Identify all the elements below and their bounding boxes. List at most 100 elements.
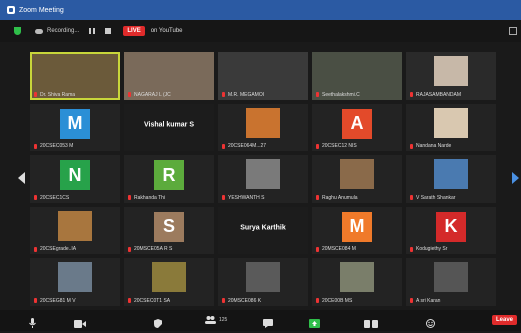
participant-video xyxy=(312,52,402,91)
muted-microphone-icon xyxy=(316,246,319,252)
participant-name: 20MSCE05A R S xyxy=(134,246,173,253)
participant-name: Rakhanda Thi xyxy=(134,194,166,201)
participant-name-bar: A sri Karan xyxy=(410,297,494,305)
participant-name: 20CE00B MS xyxy=(322,297,353,304)
participant-initial-avatar: M xyxy=(60,108,90,139)
participant-name-bar: 20CSEC0T1 SA xyxy=(128,297,212,305)
participant-tile[interactable]: 20CSEC0T1 SA xyxy=(124,258,214,306)
participant-profile-photo xyxy=(246,262,280,293)
participant-profile-photo xyxy=(152,262,186,293)
muted-microphone-icon xyxy=(128,92,131,98)
muted-microphone-icon xyxy=(34,246,37,252)
participant-name-bar: Kodugiethy Sr xyxy=(410,245,494,253)
reactions-button[interactable] xyxy=(426,315,435,328)
muted-microphone-icon xyxy=(410,195,413,201)
participant-tile[interactable]: Raghu Anumula xyxy=(312,155,402,203)
next-page-arrow-icon[interactable] xyxy=(512,172,519,184)
live-badge[interactable]: LIVE xyxy=(123,26,145,36)
participant-name-bar: Dr. Shiva Rama xyxy=(34,91,118,99)
participant-name: 20CSEC0T1 SA xyxy=(134,297,171,304)
participant-name-bar: RAJASAMBANDAM xyxy=(410,91,494,99)
participant-profile-photo xyxy=(340,262,374,293)
muted-microphone-icon xyxy=(222,92,225,98)
camera-icon xyxy=(74,320,86,328)
record-button[interactable] xyxy=(364,315,378,328)
recording-indicator[interactable]: Recording... xyxy=(35,28,79,34)
participant-tile[interactable]: Seethalakshmi.C xyxy=(312,52,402,100)
participant-tile[interactable]: Vishal kumar S xyxy=(124,103,214,152)
participant-tile[interactable]: NAGARAJ L (JC xyxy=(124,52,214,100)
participant-profile-photo xyxy=(58,262,92,293)
participant-tile[interactable]: 20CSEgrade..IA xyxy=(30,206,120,255)
stream-destination[interactable]: on YouTube xyxy=(151,28,183,34)
muted-microphone-icon xyxy=(410,298,413,304)
participant-name: Seethalakshmi.C xyxy=(322,91,360,98)
participant-initial-avatar: M xyxy=(342,211,372,242)
encryption-shield-icon[interactable] xyxy=(14,27,21,35)
participants-button[interactable]: 125 xyxy=(205,315,227,324)
participant-initial-avatar: R xyxy=(154,160,184,191)
muted-microphone-icon xyxy=(222,195,225,201)
muted-microphone-icon xyxy=(410,143,413,149)
participant-tile[interactable]: N 20CSEC1CS xyxy=(30,155,120,203)
participant-name-bar: NAGARAJ L (JC xyxy=(128,91,212,99)
video-button[interactable] xyxy=(74,315,86,328)
participant-tile[interactable]: M.R. MEGAMOI xyxy=(218,52,308,100)
muted-microphone-icon xyxy=(316,143,319,149)
participant-name-bar: V Sarath Shankar xyxy=(410,194,494,202)
participant-name-bar: 20CSEG81 M V xyxy=(34,297,118,305)
participant-tile[interactable]: Nandana Narde xyxy=(406,103,496,152)
muted-microphone-icon xyxy=(34,298,37,304)
previous-page-arrow-icon[interactable] xyxy=(18,172,25,184)
participant-initial-avatar: A xyxy=(342,108,372,139)
participant-tile[interactable]: 20MSCE086 K xyxy=(218,258,308,306)
participant-name-bar: Seethalakshmi.C xyxy=(316,91,400,99)
chat-button[interactable] xyxy=(263,315,273,328)
muted-microphone-icon xyxy=(316,298,319,304)
participant-name: YESHWANTH S xyxy=(228,194,265,201)
mute-button[interactable] xyxy=(28,315,37,328)
participant-tile[interactable]: YESHWANTH S xyxy=(218,155,308,203)
participant-name-bar: 20MSCE084 M xyxy=(316,245,400,253)
participant-tile[interactable]: Dr. Shiva Rama xyxy=(30,52,120,100)
participant-tile[interactable]: 20CSEG81 M V xyxy=(30,258,120,306)
share-screen-icon xyxy=(309,319,320,328)
participant-tile[interactable]: M 20MSCE084 M xyxy=(312,206,402,255)
chat-icon xyxy=(263,319,273,328)
leave-meeting-button[interactable]: Leave xyxy=(491,315,517,325)
participant-tile[interactable]: 20CSE064M...27 xyxy=(218,103,308,152)
record-icon xyxy=(364,320,378,328)
security-button[interactable] xyxy=(154,315,162,328)
participant-tile[interactable]: RAJASAMBANDAM xyxy=(406,52,496,100)
participant-profile-photo xyxy=(246,159,280,190)
participant-display-name: Surya Karthik xyxy=(240,224,286,232)
participant-tile[interactable]: K Kodugiethy Sr xyxy=(406,206,496,255)
participant-name-bar: Nandana Narde xyxy=(410,142,494,150)
muted-microphone-icon xyxy=(410,92,413,98)
pause-recording-button[interactable] xyxy=(89,28,96,34)
participant-name-bar: Raghu Anumula xyxy=(316,194,400,202)
participant-tile[interactable]: M 20CSEC053 M xyxy=(30,103,120,152)
reactions-icon xyxy=(426,319,435,328)
participant-tile[interactable]: S 20MSCE05A R S xyxy=(124,206,214,255)
participant-profile-photo xyxy=(340,159,374,190)
view-toggle-button[interactable] xyxy=(509,27,517,35)
participant-name-bar: 20MSCE05A R S xyxy=(128,245,212,253)
participant-tile[interactable]: Surya Karthik xyxy=(218,206,308,255)
participant-profile-photo xyxy=(58,210,92,241)
participant-name: 20CSEC12 NIS xyxy=(322,143,357,150)
participant-tile[interactable]: 20CE00B MS xyxy=(312,258,402,306)
participant-tile[interactable]: A sri Karan xyxy=(406,258,496,306)
participant-name: 20CSEgrade..IA xyxy=(40,246,77,253)
participant-tile[interactable]: R Rakhanda Thi xyxy=(124,155,214,203)
share-screen-button[interactable] xyxy=(309,315,320,328)
participant-tile[interactable]: A 20CSEC12 NIS xyxy=(312,103,402,152)
window-titlebar: Zoom Meeting xyxy=(0,0,521,20)
participant-name-bar: 20CSE064M...27 xyxy=(222,142,306,150)
muted-microphone-icon xyxy=(316,92,319,98)
participant-initial-avatar: S xyxy=(154,211,184,242)
participant-tile[interactable]: V Sarath Shankar xyxy=(406,155,496,203)
participant-name: 20MSCE084 M xyxy=(322,246,356,253)
muted-microphone-icon xyxy=(222,298,225,304)
stop-recording-button[interactable] xyxy=(105,28,112,34)
